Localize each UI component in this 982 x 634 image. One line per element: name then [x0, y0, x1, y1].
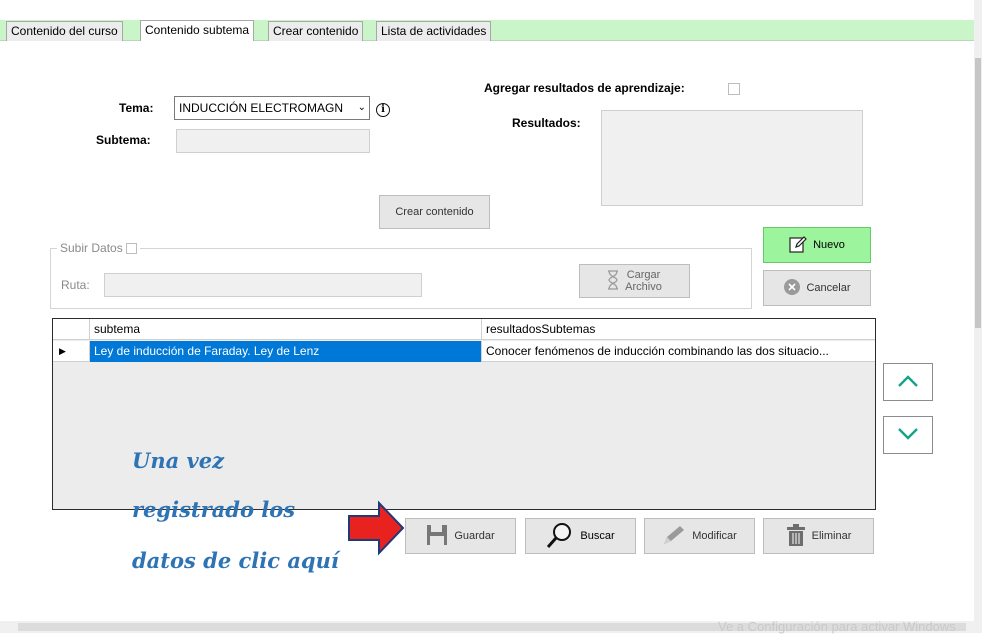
agregar-resultados-checkbox[interactable]	[728, 83, 740, 95]
cargar-archivo-button[interactable]: Cargar Archivo	[579, 264, 690, 298]
resultados-textarea[interactable]	[601, 110, 863, 206]
buscar-button[interactable]: Buscar	[525, 518, 636, 554]
grid-col-subtema[interactable]: subtema	[90, 319, 482, 340]
subir-datos-checkbox[interactable]	[125, 242, 137, 254]
cancelar-label: Cancelar	[806, 282, 851, 294]
guardar-button[interactable]: Guardar	[405, 518, 516, 554]
resultados-label: Resultados:	[512, 116, 581, 130]
buscar-label: Buscar	[580, 530, 615, 542]
pencil-note-icon	[789, 235, 807, 256]
subir-datos-legend: Subir Datos	[57, 241, 140, 255]
pencil-icon	[662, 524, 686, 549]
crear-contenido-button[interactable]: Crear contenido	[379, 195, 490, 229]
tab-crear-contenido[interactable]: Crear contenido	[268, 21, 364, 41]
cancelar-button[interactable]: Cancelar	[763, 270, 871, 306]
tema-select[interactable]: INDUCCIÓN ELECTROMAGN ⌄	[174, 96, 370, 120]
save-floppy-icon	[426, 524, 448, 549]
info-icon[interactable]: i	[376, 103, 390, 117]
modificar-label: Modificar	[692, 530, 737, 542]
row-subtema[interactable]: Ley de inducción de Faraday. Ley de Lenz	[90, 341, 482, 362]
window-top	[0, 0, 982, 20]
annotation-line3: datos de clic aquí	[132, 548, 339, 573]
tab-strip: Contenido del curso Contenido subtema Cr…	[0, 20, 974, 42]
magnifier-icon	[546, 521, 574, 552]
row-pointer-icon: ▶	[53, 341, 90, 362]
chevron-down-icon	[897, 427, 919, 444]
tab-contenido-curso[interactable]: Contenido del curso	[6, 21, 123, 41]
modificar-button[interactable]: Modificar	[644, 518, 755, 554]
move-down-button[interactable]	[883, 416, 933, 454]
eliminar-button[interactable]: Eliminar	[763, 518, 874, 554]
guardar-label: Guardar	[454, 530, 495, 542]
nuevo-button[interactable]: Nuevo	[763, 227, 871, 263]
nuevo-label: Nuevo	[813, 239, 845, 251]
grid-corner	[53, 319, 90, 340]
subtemas-grid[interactable]: subtema resultadosSubtemas ▶ Ley de indu…	[52, 318, 876, 510]
ruta-input[interactable]	[104, 273, 422, 297]
table-row[interactable]: ▶ Ley de inducción de Faraday. Ley de Le…	[53, 341, 875, 362]
grid-col-resultados[interactable]: resultadosSubtemas	[482, 319, 875, 340]
tema-select-value: INDUCCIÓN ELECTROMAGN	[179, 101, 344, 115]
annotation-line2: registrado los	[132, 497, 296, 522]
cargar-line2: Archivo	[625, 281, 662, 293]
annotation-line1: Una vez	[132, 448, 224, 473]
cancel-x-icon	[783, 278, 801, 299]
move-up-button[interactable]	[883, 363, 933, 401]
agregar-resultados-label: Agregar resultados de aprendizaje:	[484, 81, 685, 95]
tab-lista-actividades[interactable]: Lista de actividades	[376, 21, 492, 41]
subtema-input[interactable]	[176, 129, 370, 153]
row-resultados[interactable]: Conocer fenómenos de inducción combinand…	[482, 341, 875, 362]
tema-label: Tema:	[119, 101, 154, 115]
eliminar-label: Eliminar	[811, 530, 852, 542]
red-arrow-icon	[347, 500, 405, 559]
subtema-label: Subtema:	[96, 133, 151, 147]
vertical-scroll-thumb[interactable]	[975, 58, 981, 328]
chevron-up-icon	[897, 374, 919, 391]
cargar-line1: Cargar	[626, 269, 661, 281]
hourglass-icon	[607, 269, 619, 293]
vertical-scrollbar[interactable]	[974, 0, 982, 621]
grid-header: subtema resultadosSubtemas	[53, 319, 875, 340]
ruta-label: Ruta:	[61, 278, 90, 292]
windows-activation-watermark: Ve a Configuración para activar Windows	[718, 619, 956, 634]
chevron-down-icon: ⌄	[357, 102, 366, 113]
trash-icon	[786, 523, 806, 549]
tab-contenido-subtema[interactable]: Contenido subtema	[140, 20, 255, 42]
subir-datos-label: Subir Datos	[60, 241, 123, 255]
